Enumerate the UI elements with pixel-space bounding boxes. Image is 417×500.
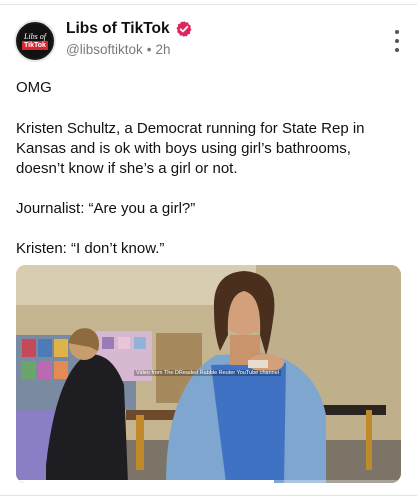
meta-separator: • [146,42,152,57]
bottom-divider [0,495,417,496]
author-display-name[interactable]: Libs of TikTok [66,20,170,38]
video-overlay-caption: Video from The DReaded Rabble Reuter You… [134,370,281,376]
post-paragraph: Kristen Schultz, a Democrat running for … [16,120,365,177]
post-timestamp[interactable]: 2h [155,42,170,57]
video-media[interactable]: Video from The DReaded Rabble Reuter You… [16,265,401,483]
more-dot [395,30,399,34]
post-body: OMG Kristen Schultz, a Democrat running … [16,78,401,279]
verified-badge-icon [176,21,192,37]
post-paragraph: OMG [16,79,52,96]
video-progress-track[interactable] [16,480,401,483]
post-paragraph: Kristen: “I don’t know.” [16,240,165,257]
avatar-logo-line2: TikTok [22,41,48,50]
avatar[interactable]: Libs of TikTok [14,20,56,62]
more-dot [395,48,399,52]
more-dot [395,39,399,43]
author-meta-row: @libsoftiktok • 2h [66,42,171,57]
avatar-logo: Libs of TikTok [18,24,52,58]
avatar-logo-line1: Libs of [23,32,46,41]
top-divider [0,4,417,5]
author-handle[interactable]: @libsoftiktok [66,42,143,57]
post-header: Libs of TikTok Libs of TikTok @libsoftik… [14,18,404,64]
post-paragraph: Journalist: “Are you a girl?” [16,200,196,217]
author-name-row: Libs of TikTok [66,20,193,38]
more-vertical-icon[interactable] [390,30,404,52]
video-progress-fill [16,480,274,483]
